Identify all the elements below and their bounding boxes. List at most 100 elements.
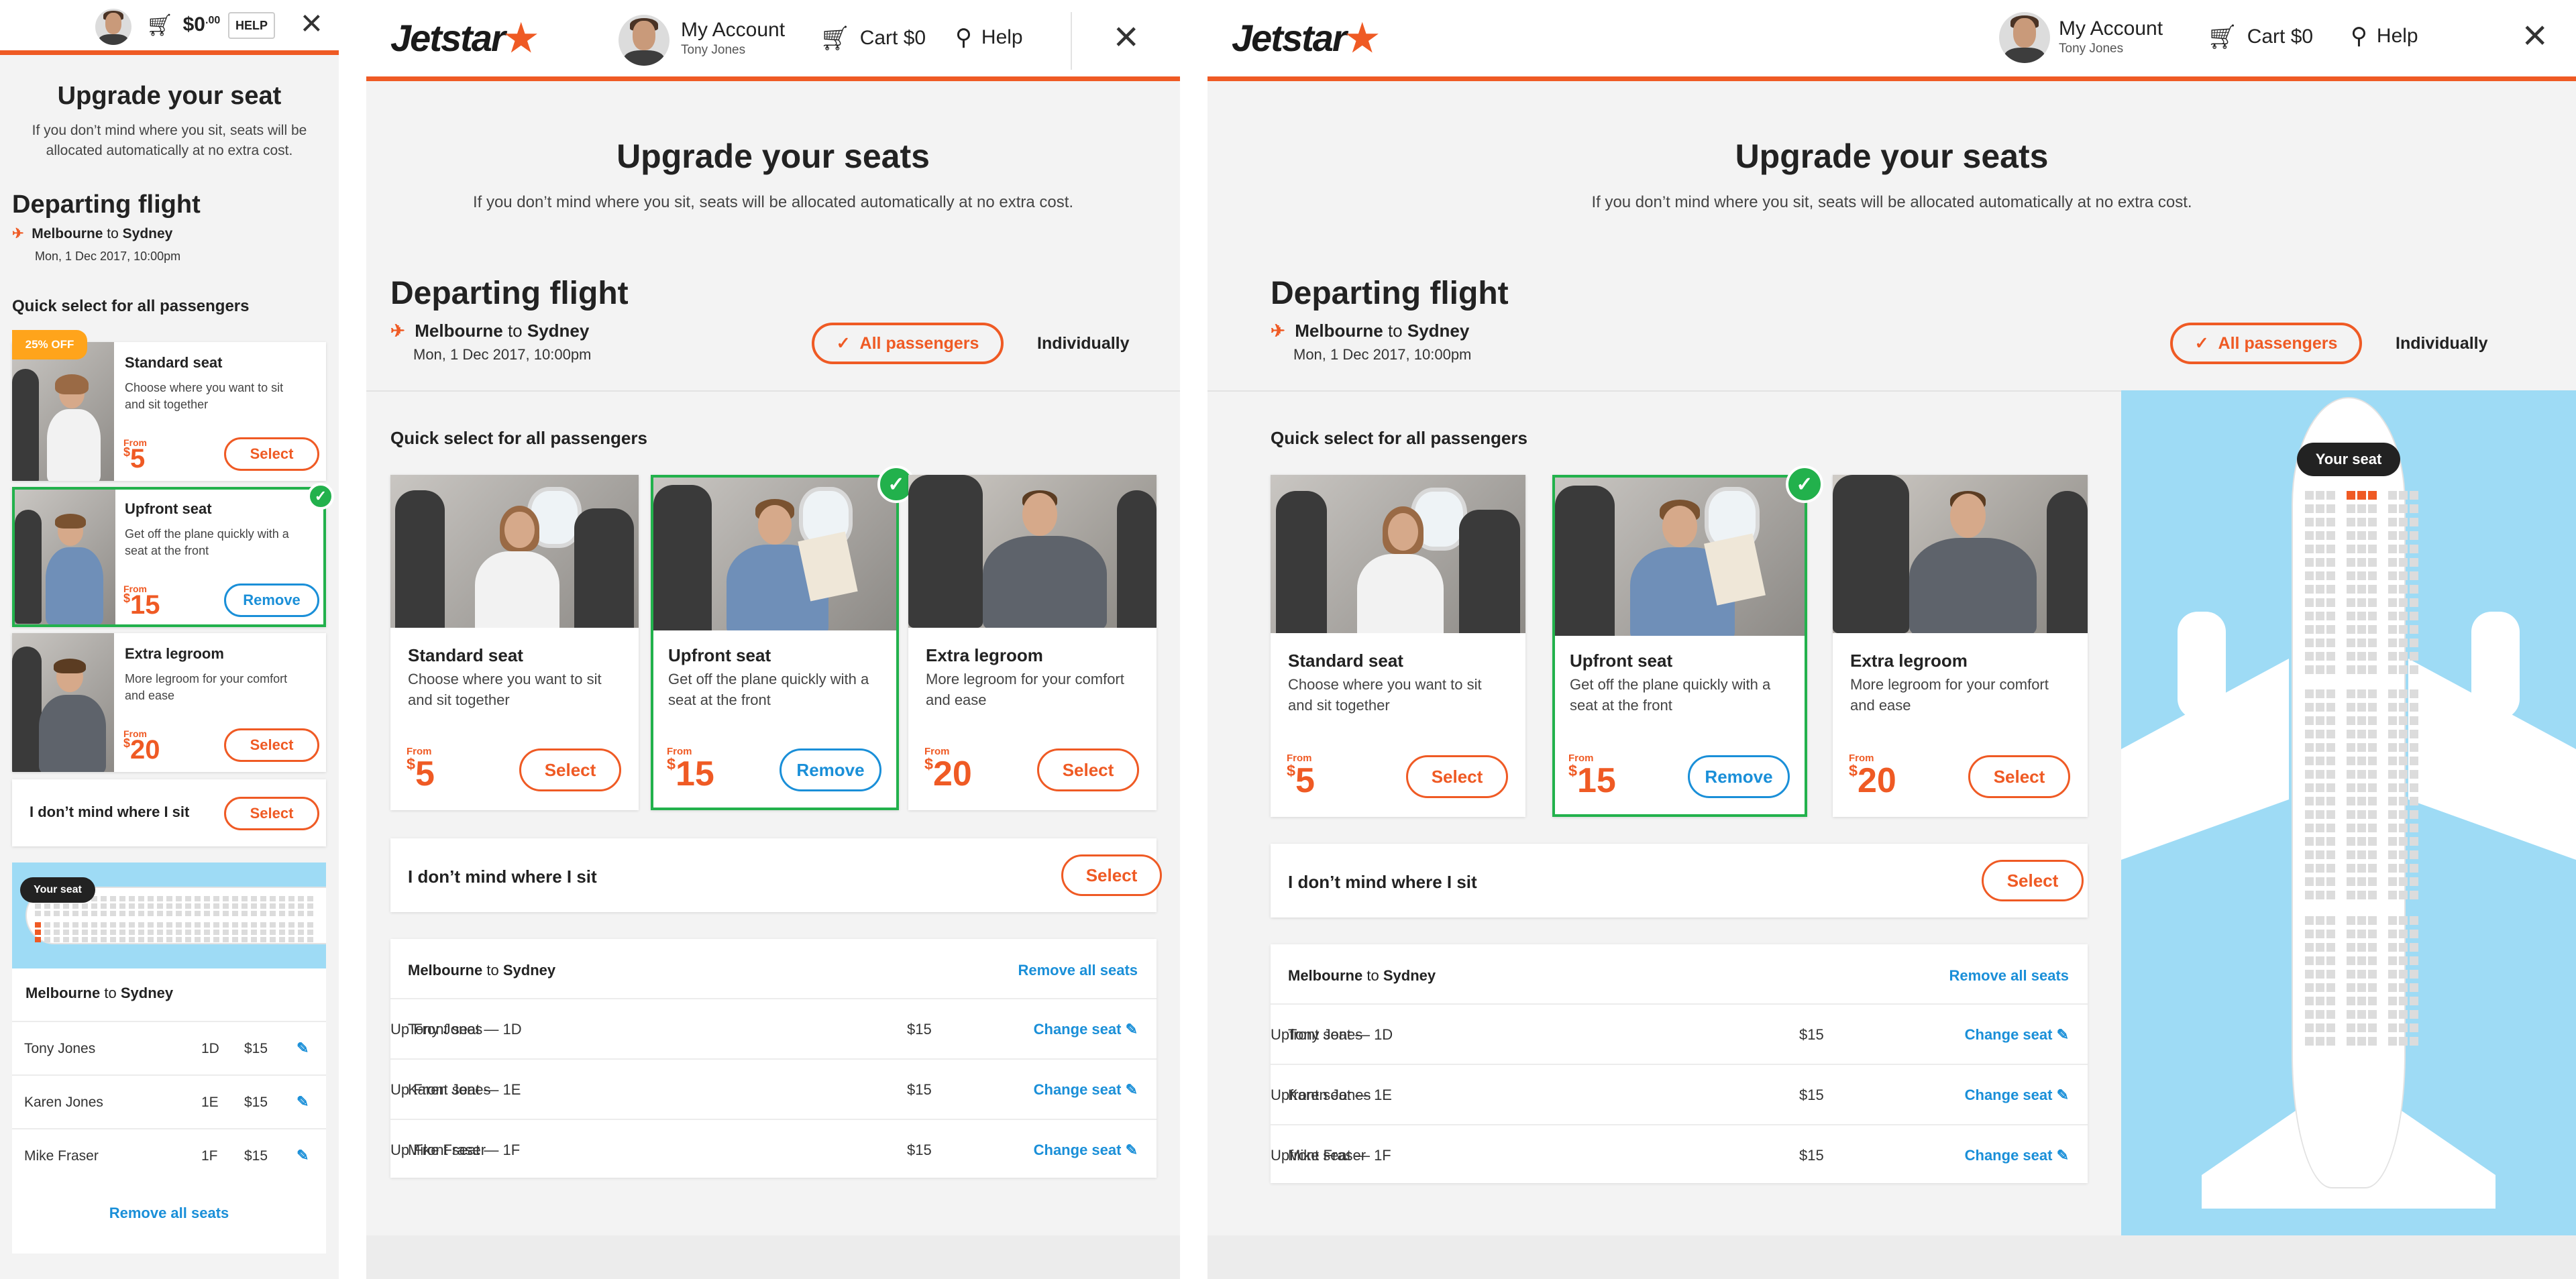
seat[interactable] [307, 937, 313, 942]
seat[interactable] [2326, 585, 2335, 594]
seat[interactable] [138, 937, 144, 942]
seat[interactable] [2305, 770, 2314, 779]
jetstar-logo[interactable]: Jetstar★ [1232, 16, 1379, 60]
seat[interactable] [2368, 638, 2377, 647]
seat[interactable] [2305, 783, 2314, 792]
seat[interactable] [2326, 716, 2335, 725]
seat[interactable] [2410, 891, 2418, 899]
seat[interactable] [223, 896, 229, 901]
seat[interactable] [2368, 850, 2377, 859]
seat[interactable] [91, 922, 97, 928]
seat[interactable] [91, 911, 97, 916]
seat[interactable] [288, 930, 294, 935]
seat[interactable] [72, 930, 78, 935]
seat[interactable] [2326, 824, 2335, 832]
seat[interactable] [2326, 864, 2335, 873]
seat[interactable] [213, 896, 219, 901]
seat[interactable] [2347, 850, 2355, 859]
seat[interactable] [2368, 652, 2377, 661]
seat[interactable] [2368, 571, 2377, 580]
seat[interactable] [176, 937, 182, 942]
seat[interactable] [2357, 665, 2366, 674]
seat[interactable] [2368, 983, 2377, 992]
select-button[interactable]: Select [1982, 860, 2084, 901]
seat[interactable] [223, 922, 229, 928]
seat[interactable] [2388, 625, 2397, 634]
option-card-legroom[interactable]: Extra legroom More legroom for your comfo… [908, 475, 1157, 810]
seat[interactable] [223, 930, 229, 935]
pencil-icon[interactable]: ✎ [297, 1093, 309, 1111]
seat[interactable] [2316, 612, 2324, 620]
seat[interactable] [2388, 891, 2397, 899]
seat[interactable] [119, 922, 125, 928]
seat[interactable] [2347, 558, 2355, 567]
seat[interactable] [2316, 1010, 2324, 1019]
seat[interactable] [2326, 810, 2335, 819]
seat[interactable] [2305, 612, 2314, 620]
seat[interactable] [2326, 1037, 2335, 1046]
seat[interactable] [148, 922, 154, 928]
cart-link[interactable]: 🛒︎ Cart $0 [820, 24, 926, 52]
seat[interactable] [2357, 891, 2366, 899]
seat[interactable] [2410, 703, 2418, 712]
seat[interactable] [307, 903, 313, 909]
seat[interactable] [2316, 638, 2324, 647]
seat[interactable] [2316, 864, 2324, 873]
seat[interactable] [2399, 638, 2408, 647]
seat[interactable] [2368, 1010, 2377, 1019]
seat[interactable] [2305, 757, 2314, 765]
seat[interactable] [2347, 571, 2355, 580]
seat[interactable] [307, 922, 313, 928]
seat[interactable] [2399, 956, 2408, 965]
option-card-upfront[interactable]: Upfront seat Get off the plane quickly wi… [1552, 475, 1807, 817]
seat[interactable] [2388, 837, 2397, 846]
seat[interactable] [2316, 518, 2324, 526]
select-button[interactable]: Select [224, 728, 319, 762]
option-card-standard[interactable]: Standard seat Choose where you want to si… [390, 475, 639, 810]
seat[interactable] [2357, 689, 2366, 698]
close-icon[interactable]: × [301, 4, 323, 42]
seat[interactable] [54, 937, 60, 942]
seat[interactable] [138, 930, 144, 935]
seat[interactable] [2368, 864, 2377, 873]
seat[interactable] [288, 911, 294, 916]
seat[interactable] [138, 903, 144, 909]
seat[interactable] [2399, 730, 2408, 738]
my-account-label[interactable]: My Account [681, 19, 785, 42]
seat[interactable] [2326, 558, 2335, 567]
seat[interactable] [260, 896, 266, 901]
seat[interactable] [91, 937, 97, 942]
seat[interactable] [2316, 1023, 2324, 1032]
seat[interactable] [2410, 810, 2418, 819]
seat[interactable] [241, 922, 248, 928]
seat[interactable] [110, 937, 116, 942]
seat[interactable] [2410, 730, 2418, 738]
seat[interactable] [223, 937, 229, 942]
seat[interactable] [2357, 797, 2366, 805]
seat[interactable] [2316, 916, 2324, 925]
seat[interactable] [2410, 518, 2418, 526]
seat[interactable] [232, 911, 238, 916]
seat[interactable] [2347, 504, 2355, 513]
seat[interactable] [2316, 877, 2324, 886]
seat[interactable] [2399, 612, 2408, 620]
seat[interactable] [2410, 1037, 2418, 1046]
seat[interactable] [2316, 689, 2324, 698]
seat[interactable] [2399, 743, 2408, 752]
seat[interactable] [270, 911, 276, 916]
seat[interactable] [2305, 716, 2314, 725]
seat[interactable] [213, 903, 219, 909]
cart-link[interactable]: 🛒︎ Cart $0 [2207, 23, 2313, 51]
seat[interactable] [176, 896, 182, 901]
seat[interactable] [2326, 1010, 2335, 1019]
seat[interactable] [2388, 783, 2397, 792]
seat[interactable] [2326, 598, 2335, 607]
seat[interactable] [232, 903, 238, 909]
seat[interactable] [241, 937, 248, 942]
seat[interactable] [157, 922, 163, 928]
seat[interactable] [195, 903, 201, 909]
seat[interactable] [2388, 491, 2397, 500]
seat[interactable] [2347, 491, 2355, 500]
seat[interactable] [63, 922, 69, 928]
seat[interactable] [2326, 770, 2335, 779]
